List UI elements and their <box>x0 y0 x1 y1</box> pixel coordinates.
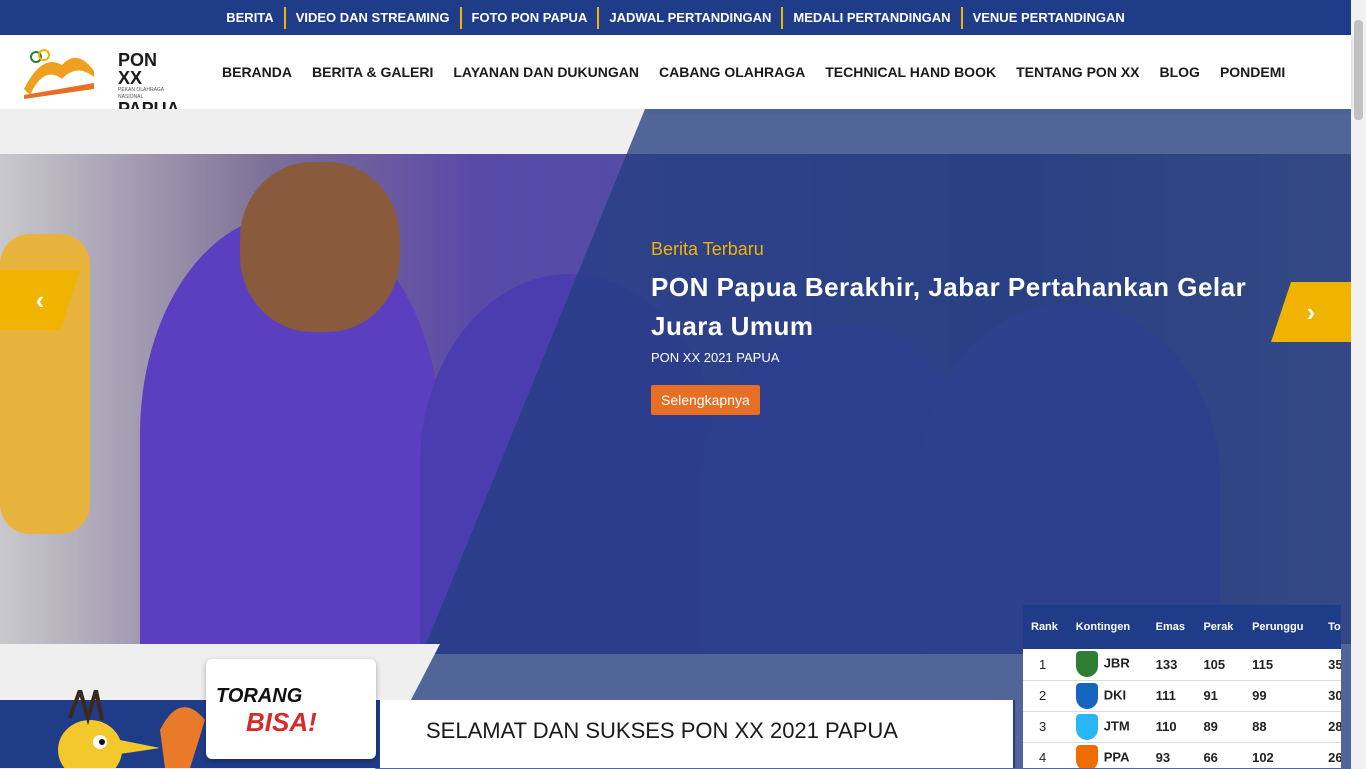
mascot-bird-icon <box>58 690 205 768</box>
contingent-emblem-icon <box>1075 713 1098 740</box>
main-navbar: PON XX PEKAN OLAHRAGA NASIONAL PAPUA 202… <box>0 35 1351 131</box>
team-cell: JTM <box>1067 711 1148 743</box>
team-cell: JBR <box>1067 649 1148 681</box>
col-perunggu: Perunggu <box>1244 605 1321 649</box>
gold-cell: 133 <box>1147 649 1196 681</box>
chevron-right-icon: › <box>1306 296 1316 327</box>
bronze-cell: 115 <box>1244 649 1321 681</box>
read-more-button[interactable]: Selengkapnya <box>651 385 760 415</box>
nav-cabang[interactable]: CABANG OLAHRAGA <box>649 64 815 80</box>
rank-cell: 2 <box>1023 680 1068 712</box>
gold-cell: 110 <box>1147 711 1196 743</box>
hero-subtitle: PON XX 2021 PAPUA <box>651 350 780 365</box>
welcome-text: SELAMAT DAN SUKSES PON XX 2021 PAPUA <box>426 718 898 743</box>
top-link-medali[interactable]: MEDALI PERTANDINGAN <box>781 6 960 29</box>
silver-cell: 89 <box>1195 711 1245 743</box>
torang-line-2: BISA! <box>246 707 317 737</box>
gold-cell: 111 <box>1147 680 1196 712</box>
nav-beranda[interactable]: BERANDA <box>212 64 302 80</box>
site-logo[interactable]: PON XX PEKAN OLAHRAGA NASIONAL PAPUA 202… <box>22 43 182 131</box>
contingent-emblem-icon <box>1075 744 1098 768</box>
nav-layanan[interactable]: LAYANAN DAN DUKUNGAN <box>443 64 649 80</box>
logo-line-1: PON XX <box>118 50 158 88</box>
col-emas: Emas <box>1147 605 1196 649</box>
silver-cell: 105 <box>1195 649 1245 681</box>
contingent-emblem-icon <box>1075 651 1098 678</box>
top-link-foto[interactable]: FOTO PON PAPUA <box>459 6 598 29</box>
table-row[interactable]: 4 PPA 9366102261 <box>1023 742 1341 768</box>
col-total: Total <box>1320 605 1341 649</box>
nav-tentang[interactable]: TENTANG PON XX <box>1006 64 1149 80</box>
main-nav: BERANDA BERITA & GALERI LAYANAN DAN DUKU… <box>212 35 1295 109</box>
rank-cell: 4 <box>1023 742 1068 768</box>
nav-technical[interactable]: TECHNICAL HAND BOOK <box>815 64 1006 80</box>
top-link-venue[interactable]: VENUE PERTANDINGAN <box>960 6 1135 29</box>
gold-cell: 93 <box>1147 742 1196 768</box>
table-row[interactable]: 3 JTM 1108988287 <box>1023 711 1341 743</box>
contingent-emblem-icon <box>1075 682 1098 709</box>
torang-bisa-logo: TORANG BISA! <box>206 659 376 759</box>
hero-caption: Berita Terbaru PON Papua Berakhir, Jabar… <box>651 239 1251 415</box>
table-row[interactable]: 2 DKI 1119199301 <box>1023 680 1341 712</box>
team-code: JTM <box>1103 717 1130 733</box>
col-perak: Perak <box>1195 605 1245 649</box>
pon-logo-icon <box>24 49 94 99</box>
top-link-jadwal[interactable]: JADWAL PERTANDINGAN <box>597 6 781 29</box>
bronze-cell: 102 <box>1244 742 1321 768</box>
col-kontingen: Kontingen <box>1067 605 1148 649</box>
torang-line-1: TORANG <box>216 685 303 707</box>
nav-blog[interactable]: BLOG <box>1150 64 1210 80</box>
team-code: DKI <box>1103 686 1127 702</box>
silver-cell: 91 <box>1195 680 1245 712</box>
scrollbar-thumb[interactable] <box>1354 20 1363 120</box>
bronze-cell: 88 <box>1244 711 1321 743</box>
nav-berita-galeri[interactable]: BERITA & GALERI <box>302 64 443 80</box>
team-code: PPA <box>1103 748 1130 764</box>
team-code: JBR <box>1103 655 1130 671</box>
bronze-cell: 99 <box>1244 680 1321 712</box>
table-header-row: Rank Kontingen Emas Perak Perunggu Total <box>1023 605 1341 649</box>
hero-kicker: Berita Terbaru <box>651 239 764 259</box>
total-cell: 287 <box>1320 711 1341 743</box>
total-cell: 261 <box>1320 742 1341 768</box>
rank-cell: 3 <box>1023 711 1068 743</box>
total-cell: 301 <box>1320 680 1341 712</box>
rank-cell: 1 <box>1023 649 1068 681</box>
welcome-box: SELAMAT DAN SUKSES PON XX 2021 PAPUA <box>380 700 1013 768</box>
page-scrollbar[interactable] <box>1351 0 1366 768</box>
hero-title[interactable]: PON Papua Berakhir, Jabar Pertahankan Ge… <box>651 268 1251 346</box>
col-rank: Rank <box>1023 605 1068 649</box>
silver-cell: 66 <box>1195 742 1245 768</box>
top-link-bar: BERITA VIDEO DAN STREAMING FOTO PON PAPU… <box>0 0 1351 35</box>
total-cell: 353 <box>1320 649 1341 681</box>
nav-pondemi[interactable]: PONDEMI <box>1210 64 1295 80</box>
team-cell: DKI <box>1067 680 1148 712</box>
table-row[interactable]: 1 JBR 133105115353 <box>1023 649 1341 681</box>
medal-standings-table: Rank Kontingen Emas Perak Perunggu Total… <box>1023 605 1341 768</box>
top-link-video[interactable]: VIDEO DAN STREAMING <box>283 6 460 29</box>
top-link-berita[interactable]: BERITA <box>216 7 283 29</box>
chevron-left-icon: ‹ <box>35 284 45 315</box>
team-cell: PPA <box>1067 742 1148 768</box>
